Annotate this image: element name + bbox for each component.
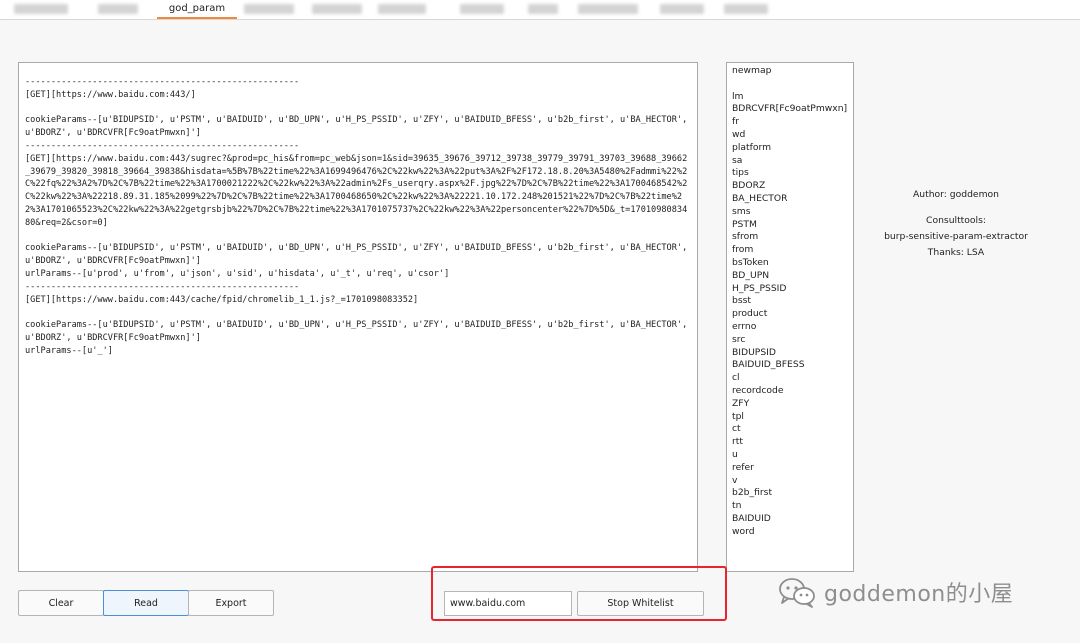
param-list-item[interactable]: v [732, 475, 848, 488]
thanks-label: Thanks: LSA [927, 247, 985, 258]
param-list-item[interactable]: BD_UPN [732, 270, 848, 283]
wechat-icon [778, 576, 816, 608]
param-list-item[interactable]: newmap [732, 65, 848, 78]
param-list-panel[interactable]: newmap lm BDRCVFR[Fc9oatPmwxn] fr wd platform… [726, 62, 854, 572]
param-list-item[interactable]: ct [732, 423, 848, 436]
param-list-item[interactable]: sa [732, 155, 848, 168]
tool-name-label: burp-sensitive-param-extractor [884, 231, 1028, 242]
param-list-item[interactable]: cl [732, 372, 848, 385]
param-list-item[interactable]: ZFY [732, 398, 848, 411]
tab-blurred[interactable] [98, 4, 138, 14]
clear-button[interactable]: Clear [18, 590, 104, 616]
param-list-item[interactable]: BAIDUID [732, 513, 848, 526]
param-list-item[interactable]: u [732, 449, 848, 462]
param-list-item[interactable]: b2b_first [732, 487, 848, 500]
param-list-item[interactable]: bsToken [732, 257, 848, 270]
param-list-item[interactable]: refer [732, 462, 848, 475]
tab-blurred[interactable] [244, 4, 294, 14]
param-list-item[interactable]: tpl [732, 411, 848, 424]
tab-blurred[interactable] [14, 4, 68, 14]
param-list-item[interactable]: BAIDUID_BFESS [732, 359, 848, 372]
param-list-item[interactable]: rtt [732, 436, 848, 449]
param-list-item[interactable]: wd [732, 129, 848, 142]
tab-blurred[interactable] [528, 4, 558, 14]
tab-blurred[interactable] [378, 4, 426, 14]
param-list-item[interactable]: recordcode [732, 385, 848, 398]
tab-blurred[interactable] [578, 4, 638, 14]
param-list-item[interactable] [732, 78, 848, 91]
tab-bar: god_param [0, 0, 1080, 20]
tab-blurred[interactable] [460, 4, 504, 14]
watermark-text: goddemon的小屋 [824, 582, 1014, 607]
param-list-item[interactable]: BA_HECTOR [732, 193, 848, 206]
watermark: goddemon的小屋 [778, 574, 1013, 610]
author-label: Author: goddemon [913, 189, 999, 200]
param-list-item[interactable]: src [732, 334, 848, 347]
param-list-item[interactable]: platform [732, 142, 848, 155]
tab-blurred[interactable] [660, 4, 704, 14]
param-list-item[interactable]: tn [732, 500, 848, 513]
param-list-item[interactable]: from [732, 244, 848, 257]
param-list-item[interactable]: H_PS_PSSID [732, 283, 848, 296]
request-log-panel[interactable]: ----------------------------------------… [18, 62, 698, 572]
request-log-text: ----------------------------------------… [25, 77, 688, 356]
param-list-item[interactable]: PSTM [732, 219, 848, 232]
whitelist-domain-input[interactable] [444, 591, 572, 616]
param-list-item[interactable]: BDRCVFR[Fc9oatPmwxn] [732, 103, 848, 116]
tab-blurred[interactable] [724, 4, 768, 14]
param-list-item[interactable]: bsst [732, 295, 848, 308]
param-list-item[interactable]: tips [732, 167, 848, 180]
param-list-item[interactable]: BDORZ [732, 180, 848, 193]
export-button[interactable]: Export [188, 590, 274, 616]
param-list-item[interactable]: lm [732, 91, 848, 104]
param-list-item[interactable]: word [732, 526, 848, 539]
param-list-item[interactable]: BIDUPSID [732, 347, 848, 360]
consult-label: Consulttools: [926, 215, 986, 226]
param-list-item[interactable]: product [732, 308, 848, 321]
read-button[interactable]: Read [103, 590, 189, 616]
credits: Author: goddemon Consulttools: burp-sens… [868, 189, 1044, 273]
param-list-item[interactable]: sms [732, 206, 848, 219]
stop-whitelist-button[interactable]: Stop Whitelist [577, 591, 704, 616]
param-list: newmap lm BDRCVFR[Fc9oatPmwxn] fr wd platform… [732, 65, 848, 538]
tab-god-param[interactable]: god_param [157, 0, 237, 19]
tab-blurred[interactable] [312, 4, 362, 14]
param-list-item[interactable]: sfrom [732, 231, 848, 244]
param-list-item[interactable]: fr [732, 116, 848, 129]
param-list-item[interactable]: errno [732, 321, 848, 334]
